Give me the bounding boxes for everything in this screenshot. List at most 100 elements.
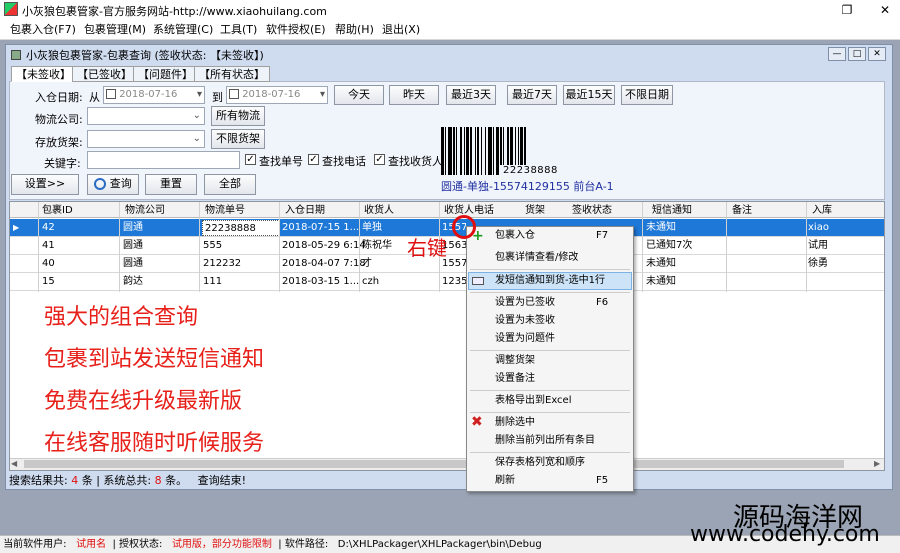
cell-tracking[interactable]: 22238888 (202, 220, 280, 236)
status-suffix: 条。 (165, 474, 188, 487)
maximize-child-button[interactable]: □ (848, 47, 866, 61)
minimize-child-button[interactable]: — (828, 47, 846, 61)
date-from-picker[interactable]: 2018-07-16 ▾ (103, 86, 205, 104)
menu-system[interactable]: 系统管理(C) (153, 22, 213, 38)
last-15-days-button[interactable]: 最近15天 (563, 85, 615, 105)
col-sms[interactable]: 短信通知 (652, 203, 692, 218)
menu-item-refresh[interactable]: 刷新 (495, 472, 515, 490)
date-from-checkbox[interactable] (106, 89, 116, 99)
shelf-select[interactable]: ⌄ (87, 130, 205, 148)
col-in[interactable]: 入库 (812, 203, 832, 218)
row-pointer-icon: ▶ (13, 223, 20, 232)
status-total-count: 8 (154, 474, 162, 487)
menu-item-set-note[interactable]: 设置备注 (495, 370, 535, 388)
scrollbar-thumb[interactable] (24, 460, 844, 468)
menu-item-view-edit[interactable]: 包裹详情查看/修改 (495, 249, 578, 267)
find-receiver-checkbox[interactable]: ✓ (374, 154, 385, 165)
col-courier[interactable]: 物流公司 (125, 203, 165, 218)
last-3-days-button[interactable]: 最近3天 (446, 85, 496, 105)
date-to-picker[interactable]: 2018-07-16 ▾ (226, 86, 328, 104)
menu-help[interactable]: 帮助(H) (335, 22, 374, 38)
chevron-down-icon: ⌄ (192, 133, 201, 144)
col-tracking[interactable]: 物流单号 (205, 203, 245, 218)
close-window-button[interactable]: ✕ (870, 0, 900, 20)
find-phone-checkbox[interactable]: ✓ (308, 154, 319, 165)
settings-button[interactable]: 设置>> (11, 174, 79, 195)
yesterday-button[interactable]: 昨天 (389, 85, 439, 105)
scroll-right-icon[interactable]: ▶ (874, 459, 880, 468)
all-couriers-button[interactable]: 所有物流 (211, 106, 265, 126)
menu-item-send-sms[interactable]: 发短信通知到货-选中1行 (495, 272, 605, 290)
barcode-caption: 圆通-单独-15574129155 前台A-1 (441, 180, 614, 193)
menu-item-delete-all[interactable]: 删除当前列出所有条目 (495, 432, 595, 450)
status-done: 查询结束! (197, 474, 247, 487)
menu-tools[interactable]: 工具(T) (220, 22, 257, 38)
reset-button[interactable]: 重置 (145, 174, 197, 195)
menu-item-save-layout[interactable]: 保存表格列宽和顺序 (495, 454, 585, 472)
menu-exit[interactable]: 退出(X) (382, 22, 420, 38)
promo-line: 在线客服随时听候服务 (44, 431, 265, 456)
col-id[interactable]: 包裹ID (42, 203, 73, 218)
keyword-input[interactable] (87, 151, 240, 169)
menu-item-set-problem[interactable]: 设置为问题件 (495, 330, 555, 348)
scroll-left-icon[interactable]: ◀ (11, 459, 17, 468)
shelf-label: 存放货架: (35, 136, 83, 149)
auth-label: 授权状态: (119, 539, 163, 550)
tab-signed[interactable]: 【已签收】 (72, 66, 137, 82)
today-button[interactable]: 今天 (334, 85, 384, 105)
column-divider (38, 202, 39, 292)
date-to-checkbox[interactable] (229, 89, 239, 99)
cell-tracking: 555 (203, 240, 223, 251)
tab-problem[interactable]: 【问题件】 (133, 66, 198, 82)
menu-package-manage[interactable]: 包裹管理(M) (84, 22, 146, 38)
menu-item-export-excel[interactable]: 表格导出到Excel (495, 392, 572, 410)
menu-item-package-in[interactable]: 包裹入仓 (495, 227, 535, 245)
restore-window-button[interactable]: ❐ (832, 0, 862, 20)
cell-tracking: 111 (203, 276, 223, 287)
menu-item-delete-selected[interactable]: 删除选中 (495, 414, 535, 432)
courier-select[interactable]: ⌄ (87, 107, 205, 125)
last-7-days-button[interactable]: 最近7天 (507, 85, 557, 105)
keyword-label: 关键字: (44, 157, 81, 170)
col-status[interactable]: 签收状态 (572, 203, 612, 218)
menu-package-in[interactable]: 包裹入仓(F7) (10, 22, 76, 38)
all-button[interactable]: 全部 (204, 174, 256, 195)
col-shelf[interactable]: 货架 (525, 203, 545, 218)
query-window-title: 小灰狼包裹管家-包裹查询 (签收状态: 【未签收】) (26, 49, 264, 62)
col-receiver[interactable]: 收货人 (364, 203, 394, 218)
menu-item-set-unsigned[interactable]: 设置为未签收 (495, 312, 555, 330)
tab-all-status[interactable]: 【所有状态】 (194, 66, 270, 82)
col-note[interactable]: 备注 (732, 203, 752, 218)
promo-line: 强大的组合查询 (44, 305, 199, 330)
cell-receiver: 才 (362, 258, 372, 269)
cell-receiver: 单独 (362, 222, 382, 233)
menu-item-adjust-shelf[interactable]: 调整货架 (495, 352, 535, 370)
column-divider (806, 202, 807, 292)
col-date[interactable]: 入仓日期 (285, 203, 325, 218)
close-child-button[interactable]: ✕ (868, 47, 886, 61)
cell-id: 42 (42, 222, 55, 233)
date-to-value: 2018-07-16 (242, 89, 301, 100)
cell-tracking: 212232 (203, 258, 242, 269)
query-button-label: 查询 (109, 177, 132, 190)
user-value: 试用名 (76, 539, 107, 550)
column-divider (726, 202, 727, 292)
calendar-icon: ▾ (319, 89, 325, 100)
tab-unsigned[interactable]: 【未签收】 (11, 66, 76, 82)
query-button[interactable]: 查询 (87, 174, 139, 195)
cell-courier: 圆通 (123, 258, 143, 269)
cell-sms: 未通知 (646, 258, 676, 269)
menu-license[interactable]: 软件授权(E) (266, 22, 326, 38)
search-status: 搜索结果共: 4 条 | 系统总共: 8 条。 查询结束! (9, 472, 246, 488)
status-found-count: 4 (71, 474, 79, 487)
cell-sms: 已通知7次 (646, 240, 693, 251)
from-label: 从 (89, 91, 100, 104)
chevron-down-icon: ⌄ (192, 110, 201, 121)
any-shelf-button[interactable]: 不限货架 (211, 129, 265, 149)
cell-sms: 未通知 (646, 222, 676, 233)
any-date-button[interactable]: 不限日期 (621, 85, 673, 105)
menu-item-set-signed[interactable]: 设置为已签收 (495, 294, 555, 312)
promo-line: 免费在线升级最新版 (44, 389, 243, 414)
find-tracking-checkbox[interactable]: ✓ (245, 154, 256, 165)
menu-item-shortcut: F6 (596, 297, 609, 308)
